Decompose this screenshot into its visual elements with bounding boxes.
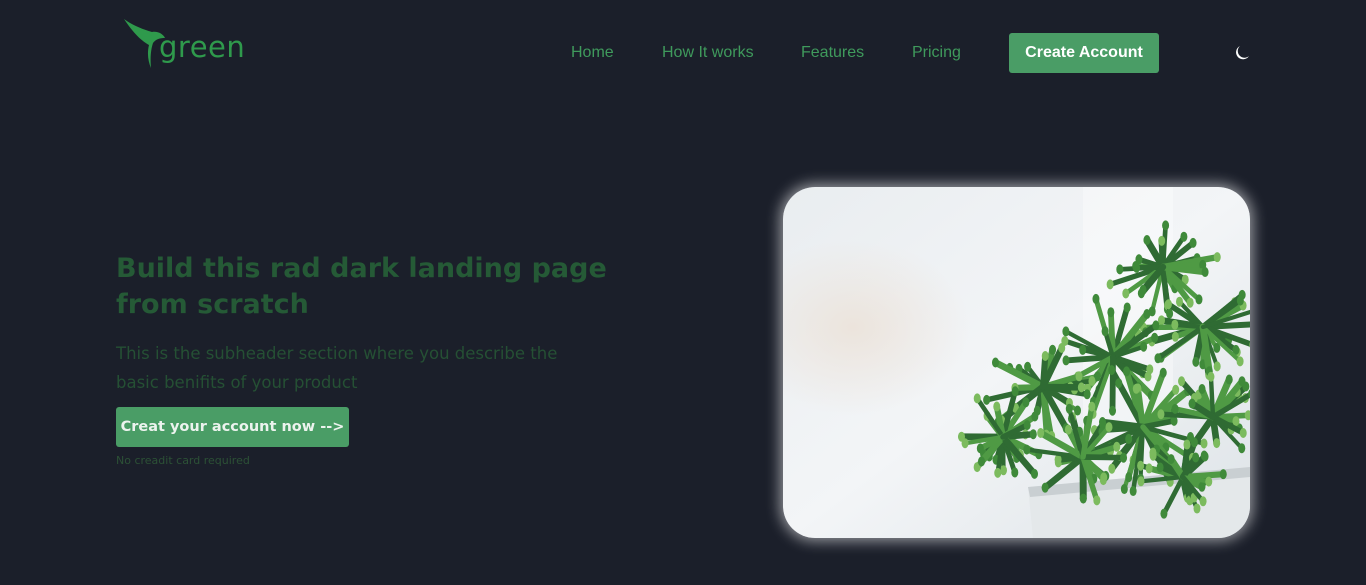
succulent-plant-image (783, 187, 1250, 538)
nav-pricing[interactable]: Pricing (912, 44, 961, 62)
create-account-now-button[interactable]: Creat your account now --> (116, 407, 349, 447)
no-credit-card-note: No creadit card required (116, 454, 250, 467)
logo-text: green (159, 30, 246, 64)
create-account-button[interactable]: Create Account (1009, 33, 1159, 73)
hero-title: Build this rad dark landing page from sc… (116, 253, 607, 320)
logo[interactable]: green (122, 17, 252, 73)
nav-features[interactable]: Features (801, 44, 864, 62)
moon-icon[interactable] (1232, 44, 1252, 62)
hero-subtitle: This is the subheader section where you … (116, 344, 558, 392)
nav-home[interactable]: Home (571, 44, 614, 62)
nav-how-it-works[interactable]: How It works (662, 44, 754, 62)
